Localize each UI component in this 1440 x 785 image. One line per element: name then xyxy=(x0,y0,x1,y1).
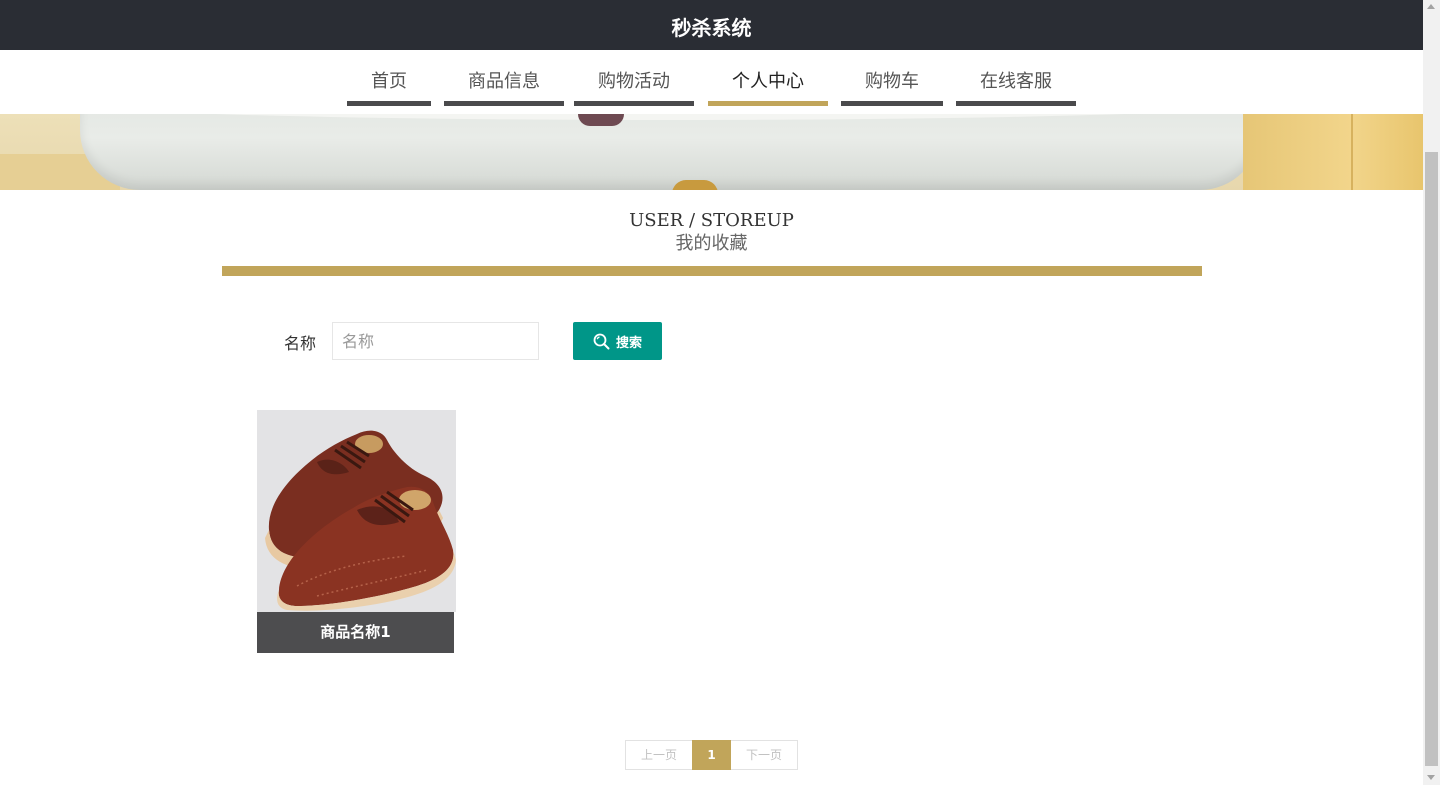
nav-item-label: 商品信息 xyxy=(468,71,540,92)
nav-item-activities[interactable]: 购物活动 xyxy=(574,50,694,106)
banner-bathtub xyxy=(80,114,1260,190)
nav-item-underline xyxy=(956,101,1076,106)
nav-item-online-service[interactable]: 在线客服 xyxy=(956,50,1076,106)
nav-item-label: 个人中心 xyxy=(732,71,804,92)
banner-faucet xyxy=(672,180,718,190)
search-label: 名称 xyxy=(284,334,317,353)
pagination: 上一页 1 下一页 xyxy=(625,740,798,770)
hero-banner-image xyxy=(0,114,1423,190)
search-icon xyxy=(593,333,610,350)
nav-item-home[interactable]: 首页 xyxy=(347,50,431,106)
main-nav: 首页 商品信息 购物活动 个人中心 购物车 在线客服 xyxy=(0,50,1423,114)
scroll-down-arrow-icon[interactable] xyxy=(1427,775,1435,780)
nav-item-underline xyxy=(444,101,564,106)
nav-item-label: 在线客服 xyxy=(980,71,1052,92)
search-input[interactable] xyxy=(332,322,539,360)
page: 秒杀系统 首页 商品信息 购物活动 个人中心 购物车 在线客服 USER / S… xyxy=(0,0,1423,785)
section-title-en: USER / STOREUP xyxy=(629,210,794,231)
nav-item-underline xyxy=(574,101,694,106)
banner-tile-line xyxy=(1351,114,1353,190)
nav-item-cart[interactable]: 购物车 xyxy=(841,50,943,106)
pagination-next[interactable]: 下一页 xyxy=(731,740,798,770)
nav-item-label: 首页 xyxy=(371,71,407,92)
vertical-scrollbar[interactable] xyxy=(1423,0,1440,785)
section-title-cn: 我的收藏 xyxy=(675,233,748,254)
search-button[interactable]: 搜索 xyxy=(573,322,662,360)
product-image xyxy=(257,410,456,612)
banner-decor xyxy=(578,114,624,126)
site-title: 秒杀系统 xyxy=(671,16,752,40)
pagination-current-page[interactable]: 1 xyxy=(692,740,731,770)
nav-item-personal-center[interactable]: 个人中心 xyxy=(708,50,828,106)
banner-wall xyxy=(1243,114,1423,190)
product-name: 商品名称1 xyxy=(257,612,454,653)
section-divider xyxy=(222,266,1202,276)
nav-item-products[interactable]: 商品信息 xyxy=(444,50,564,106)
nav-item-label: 购物车 xyxy=(865,71,919,92)
pagination-prev[interactable]: 上一页 xyxy=(625,740,692,770)
nav-item-underline-active xyxy=(708,101,828,106)
nav-item-underline xyxy=(841,101,943,106)
scrollbar-thumb[interactable] xyxy=(1425,152,1438,766)
search-button-label: 搜索 xyxy=(615,335,642,351)
nav-item-label: 购物活动 xyxy=(598,71,670,92)
top-header: 秒杀系统 xyxy=(0,0,1423,50)
section-heading: USER / STOREUP 我的收藏 xyxy=(0,210,1423,257)
nav-item-underline xyxy=(347,101,431,106)
scroll-up-arrow-icon[interactable] xyxy=(1427,4,1435,9)
product-card[interactable]: 商品名称1 xyxy=(257,410,456,653)
